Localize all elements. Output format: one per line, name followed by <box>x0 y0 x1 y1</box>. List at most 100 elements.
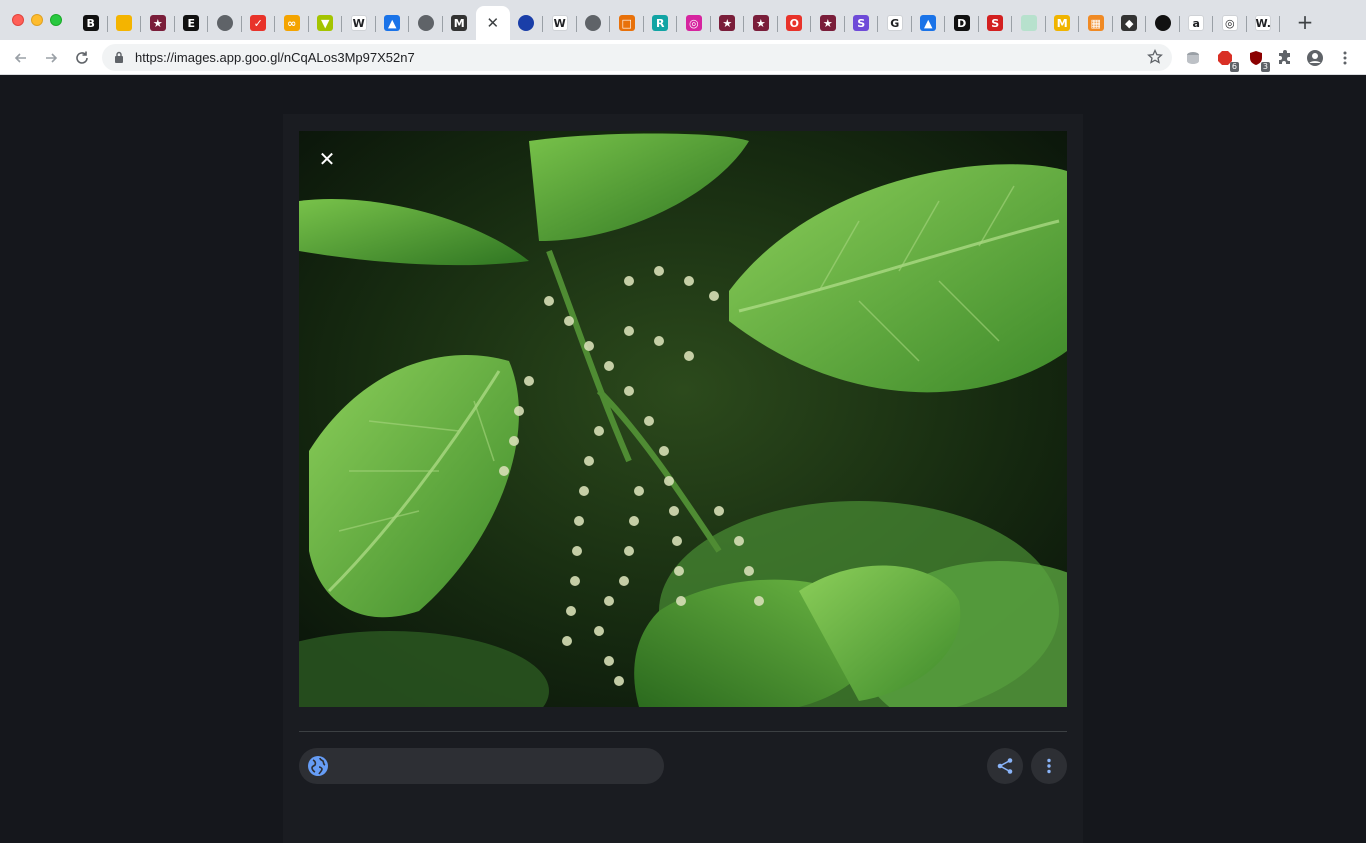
share-icon <box>997 758 1013 774</box>
browser-tab[interactable]: ★ <box>744 6 778 40</box>
m-yellow-icon: M <box>1054 15 1071 31</box>
source-link-pill[interactable] <box>299 748 664 784</box>
nettle-plant-photo: ✕ <box>299 131 1067 707</box>
browser-tab[interactable]: B <box>74 6 108 40</box>
browser-tab[interactable]: W <box>543 6 577 40</box>
address-bar[interactable]: https://images.app.goo.gl/nCqALos3Mp97X5… <box>102 44 1172 71</box>
red-app-icon: ✓ <box>250 15 267 31</box>
globe-icon <box>417 15 434 31</box>
globe-icon <box>216 15 233 31</box>
browser-tab[interactable]: ★ <box>711 6 745 40</box>
reload-button[interactable] <box>71 47 93 69</box>
browser-tab[interactable]: ◆ <box>1113 6 1147 40</box>
s-icon: S <box>853 15 870 31</box>
browser-tab[interactable]: R <box>644 6 678 40</box>
forward-button[interactable] <box>40 47 62 69</box>
browser-toolbar: https://images.app.goo.gl/nCqALos3Mp97X5… <box>0 40 1366 75</box>
browser-tab[interactable] <box>1146 6 1180 40</box>
diamond-icon: ◆ <box>1121 15 1138 31</box>
tab-strip: B ★ E ✓ ∞ ▼ W ▲ M ✕ W □ R ◎ ★ ★ O ★ S G ▲ D S M ▦ ◆ a ◎ W. + <box>0 0 1366 40</box>
reload-icon <box>76 51 88 64</box>
browser-tab[interactable]: a <box>1180 6 1214 40</box>
puzzle-extension-icon[interactable] <box>1275 48 1295 68</box>
browser-tab[interactable] <box>1012 6 1046 40</box>
browser-tab[interactable]: ✓ <box>242 6 276 40</box>
back-button[interactable] <box>10 47 32 69</box>
letter-e-icon: E <box>183 15 200 31</box>
browser-tab[interactable]: ★ <box>141 6 175 40</box>
browser-tab[interactable]: ▦ <box>1079 6 1113 40</box>
browser-tab[interactable] <box>409 6 443 40</box>
menu-dots-icon[interactable] <box>1335 48 1355 68</box>
image-viewer-card: ✕ <box>283 114 1083 843</box>
drive-icon: ▲ <box>920 15 937 31</box>
browser-tab[interactable]: ◎ <box>677 6 711 40</box>
app-icon: ★ <box>819 15 836 31</box>
target-icon: ◎ <box>1221 15 1238 31</box>
globe-icon <box>585 15 602 31</box>
window-zoom-button[interactable] <box>50 14 62 26</box>
browser-tab[interactable]: ◎ <box>1213 6 1247 40</box>
wikipedia-icon: W <box>551 15 568 31</box>
db-extension-icon[interactable] <box>1183 48 1203 68</box>
browser-tab[interactable]: S <box>845 6 879 40</box>
bookmark-star-icon[interactable] <box>1147 49 1163 65</box>
blue-dot-icon <box>518 15 535 31</box>
s-red-icon: S <box>987 15 1004 31</box>
browser-tab[interactable]: S <box>979 6 1013 40</box>
browser-tab[interactable]: G <box>878 6 912 40</box>
book-icon: □ <box>618 15 635 31</box>
window-close-button[interactable] <box>12 14 24 26</box>
globe-icon <box>308 756 328 776</box>
medium-icon: M <box>451 15 468 31</box>
app-icon: ★ <box>719 15 736 31</box>
d-icon: D <box>953 15 970 31</box>
tab-list: B ★ E ✓ ∞ ▼ W ▲ M ✕ W □ R ◎ ★ ★ O ★ S G ▲ D S M ▦ ◆ a ◎ W. <box>74 6 1280 40</box>
browser-tab[interactable]: ▼ <box>309 6 343 40</box>
browser-tab[interactable] <box>510 6 544 40</box>
browser-tab[interactable]: ✕ <box>476 6 510 40</box>
browser-tab[interactable]: M <box>443 6 477 40</box>
ublock-extension-icon[interactable]: 3 <box>1246 48 1270 72</box>
divider <box>299 731 1067 732</box>
adblock-extension-icon[interactable]: 6 <box>1215 48 1239 72</box>
browser-tab[interactable]: D <box>945 6 979 40</box>
wikipedia-icon: W <box>350 15 367 31</box>
browser-tab[interactable] <box>208 6 242 40</box>
profile-icon[interactable] <box>1305 48 1325 68</box>
browser-tab[interactable]: W <box>342 6 376 40</box>
browser-tab[interactable] <box>577 6 611 40</box>
share-button[interactable] <box>987 748 1023 784</box>
browser-tab[interactable]: ★ <box>811 6 845 40</box>
browser-tab[interactable]: O <box>778 6 812 40</box>
extension-badge: 3 <box>1260 62 1270 72</box>
extension-badge: 6 <box>1229 62 1239 72</box>
r-icon: R <box>652 15 669 31</box>
browser-tab[interactable]: W. <box>1247 6 1281 40</box>
window-minimize-button[interactable] <box>31 14 43 26</box>
close-viewer-button[interactable]: ✕ <box>315 147 339 171</box>
page-viewport: ✕ <box>0 76 1366 843</box>
browser-tab[interactable]: ▲ <box>376 6 410 40</box>
back-arrow-icon <box>14 53 26 63</box>
sheets-icon <box>1020 15 1037 31</box>
browser-tab[interactable]: ▲ <box>912 6 946 40</box>
app-icon: ★ <box>752 15 769 31</box>
slides-icon <box>116 15 133 31</box>
forward-arrow-icon <box>46 53 58 63</box>
google-icon: G <box>886 15 903 31</box>
browser-tab[interactable] <box>108 6 142 40</box>
photo-graphic <box>299 131 1067 707</box>
browser-tab[interactable]: □ <box>610 6 644 40</box>
new-tab-button[interactable]: + <box>1294 12 1316 34</box>
browser-tab[interactable]: E <box>175 6 209 40</box>
amazon-icon: a <box>1188 15 1205 31</box>
orange-app-icon: ▦ <box>1087 15 1104 31</box>
booking-icon: B <box>82 15 99 31</box>
browser-tab[interactable]: M <box>1046 6 1080 40</box>
black-circle-icon <box>1154 15 1171 31</box>
browser-tab[interactable]: ∞ <box>275 6 309 40</box>
more-options-button[interactable] <box>1031 748 1067 784</box>
close-icon: ✕ <box>486 14 500 32</box>
green-app-icon: ▼ <box>317 15 334 31</box>
